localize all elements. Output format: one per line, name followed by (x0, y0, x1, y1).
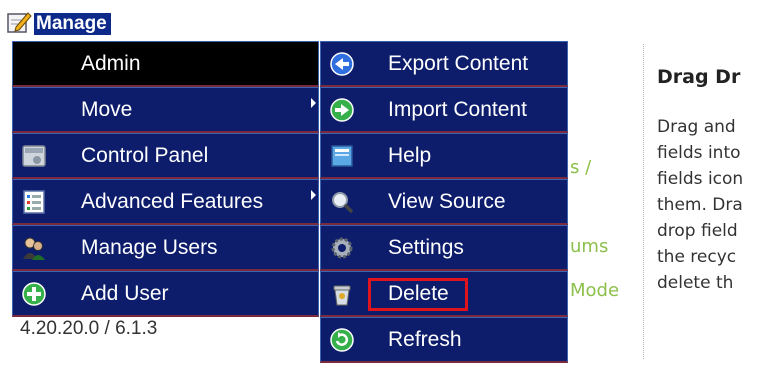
export-icon (330, 51, 354, 76)
refresh-icon (330, 327, 354, 352)
submenu-item-import-content[interactable]: Import Content (320, 87, 568, 133)
list-icon (23, 189, 45, 214)
right-panel-title: Drag Dr (657, 66, 741, 88)
submenu-item-label: Export Content (388, 51, 529, 75)
submenu-item-help[interactable]: Help (320, 133, 568, 179)
control-panel-icon (22, 144, 46, 167)
submenu: Export Content Import Content Help View … (320, 41, 568, 363)
partial-link-3[interactable]: Mode (570, 280, 619, 301)
partial-link-2[interactable]: ums (570, 236, 608, 257)
menu-item-add-user[interactable]: Add User (12, 271, 319, 317)
add-icon (22, 281, 46, 306)
manage-header[interactable]: Manage (6, 6, 111, 38)
submenu-item-refresh[interactable]: Refresh (320, 317, 568, 363)
menu-item-label: Move (81, 97, 133, 121)
submenu-item-label: Refresh (388, 327, 462, 351)
submenu-item-view-source[interactable]: View Source (320, 179, 568, 225)
menu-item-admin[interactable]: Admin (12, 41, 319, 87)
manage-title: Manage (34, 13, 111, 35)
trash-icon (333, 285, 351, 305)
right-panel-line: delete th (657, 273, 734, 293)
right-panel-line: Drag and (657, 117, 736, 137)
column-divider (643, 44, 644, 359)
right-panel-line: fields icon (657, 169, 744, 189)
import-icon (330, 97, 354, 122)
gear-icon (331, 237, 353, 258)
right-panel-line: drop field (657, 221, 738, 241)
submenu-item-label: View Source (388, 189, 506, 213)
menu-item-label: Advanced Features (81, 189, 264, 213)
submenu-item-label: Settings (388, 235, 464, 259)
submenu-item-label: Import Content (388, 97, 527, 121)
magnifier-icon (332, 191, 354, 213)
menu-item-advanced-features[interactable]: Advanced Features (12, 179, 319, 225)
menu-item-label: Admin (81, 51, 141, 75)
delete-highlight-box (368, 278, 468, 311)
right-panel-line: fields into (657, 143, 741, 163)
submenu-arrow-icon (311, 98, 316, 108)
partial-link-1[interactable]: s / (570, 157, 591, 178)
right-panel-line: the recyc (657, 247, 737, 267)
version-text: 4.20.20.0 / 6.1.3 (20, 318, 158, 339)
menu-item-control-panel[interactable]: Control Panel (12, 133, 319, 179)
right-panel-body: Drag and fields into fields icon them. D… (657, 114, 775, 296)
submenu-item-export-content[interactable]: Export Content (320, 41, 568, 87)
menu-item-label: Add User (81, 281, 169, 305)
menu-item-move[interactable]: Move (12, 87, 319, 133)
main-menu: Admin Move Control Panel Advanced Featur… (12, 41, 319, 317)
menu-item-manage-users[interactable]: Manage Users (12, 225, 319, 271)
right-panel-line: them. Dra (657, 195, 743, 215)
submenu-item-label: Help (388, 143, 432, 167)
submenu-item-settings[interactable]: Settings (320, 225, 568, 271)
menu-item-label: Control Panel (81, 143, 209, 167)
submenu-arrow-icon (311, 190, 316, 200)
help-icon (331, 144, 353, 167)
menu-item-label: Manage Users (81, 235, 218, 259)
users-icon (23, 237, 45, 260)
pencil-icon (7, 12, 32, 33)
